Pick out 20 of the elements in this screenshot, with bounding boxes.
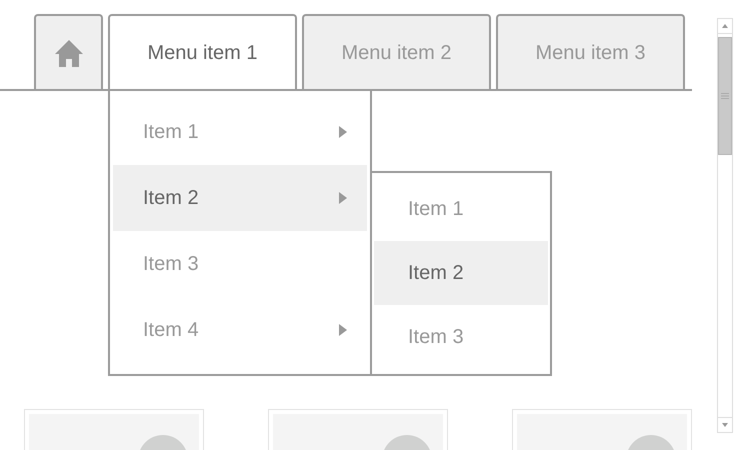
grip-icon <box>721 93 729 99</box>
menu-item[interactable]: Item 1 <box>113 99 367 165</box>
scroll-thumb[interactable] <box>718 37 732 155</box>
menu-item[interactable]: Item 3 <box>374 305 548 369</box>
menu-tab[interactable]: Menu item 1 <box>108 14 297 90</box>
menu-item[interactable]: Item 3 <box>113 231 367 297</box>
home-icon <box>54 38 84 68</box>
menu-item[interactable]: Item 4 <box>113 297 367 363</box>
scrollbar[interactable] <box>717 18 733 433</box>
submenu-arrow-icon <box>339 324 347 336</box>
down-arrow-icon <box>722 423 728 427</box>
menu-item[interactable]: Item 2 <box>374 241 548 305</box>
menu-item[interactable]: Item 1 <box>374 177 548 241</box>
submenu-arrow-icon <box>339 192 347 204</box>
menu-tab[interactable]: Menu item 2 <box>302 14 491 89</box>
menu-tab[interactable]: Menu item 3 <box>496 14 685 89</box>
up-arrow-icon <box>722 24 728 28</box>
menu-item[interactable]: Item 2 <box>113 165 367 231</box>
submenu-arrow-icon <box>339 126 347 138</box>
home-tab[interactable] <box>34 14 103 89</box>
